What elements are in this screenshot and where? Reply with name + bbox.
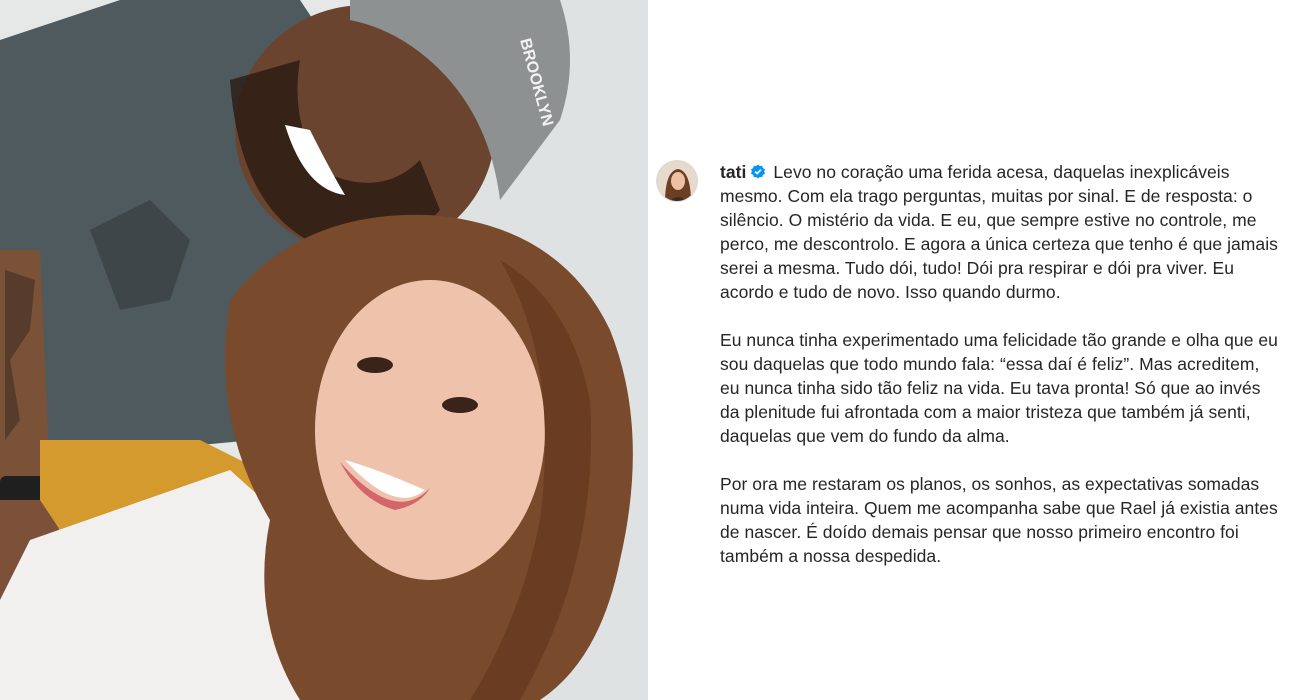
caption-paragraph-1: tati Levo no coração uma ferida acesa, d… — [720, 160, 1280, 304]
post-photo[interactable]: BROOKLYN — [0, 0, 648, 700]
selfie-photo-illustration: BROOKLYN — [0, 0, 648, 700]
caption-text-1: Levo no coração uma ferida acesa, daquel… — [720, 162, 1278, 302]
caption-paragraph-3: Por ora me restaram os planos, os sonhos… — [720, 474, 1278, 566]
post-caption: tati Levo no coração uma ferida acesa, d… — [720, 160, 1280, 592]
username-link[interactable]: tati — [720, 162, 746, 182]
caption-paragraph-2: Eu nunca tinha experimentado uma felicid… — [720, 330, 1278, 446]
caption-panel: tati Levo no coração uma ferida acesa, d… — [648, 0, 1296, 700]
profile-avatar[interactable] — [656, 160, 698, 202]
avatar-image — [657, 161, 697, 201]
verified-badge-icon — [750, 162, 766, 179]
